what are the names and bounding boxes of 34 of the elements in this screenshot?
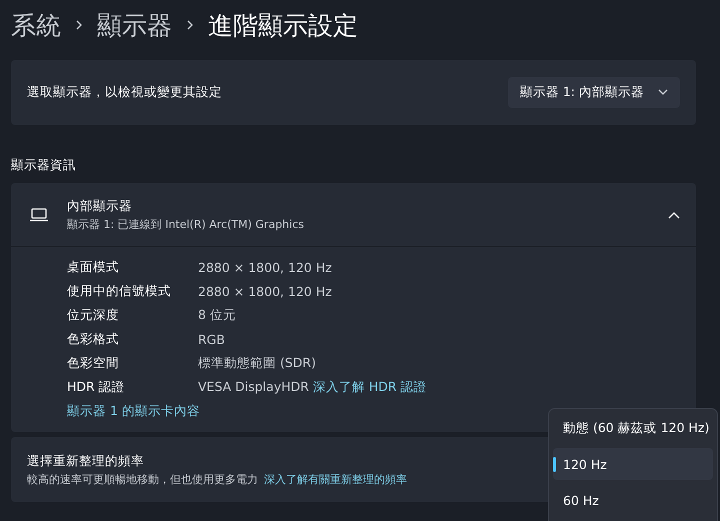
info-label: 使用中的信號模式 — [67, 282, 172, 300]
setting-label: 選擇重新整理的頻率 — [27, 452, 144, 470]
hdr-link[interactable]: 深入了解 HDR 認證 — [312, 378, 427, 396]
laptop-icon — [29, 208, 49, 222]
adapter-link[interactable]: 顯示器 1 的顯示卡內容 — [67, 402, 198, 420]
breadcrumb-link[interactable]: 顯示器 — [97, 8, 172, 42]
refresh-rate-link[interactable]: 深入了解有關重新整理的頻率 — [264, 472, 407, 486]
info-value: RGB — [198, 332, 225, 346]
display-name: 內部顯示器 — [67, 198, 132, 214]
menu-option[interactable]: 60 Hz — [553, 484, 713, 516]
display-subtitle: 顯示器 1: 已連線到 Intel(R) Arc(TM) Graphics — [67, 216, 304, 232]
info-label: HDR 認證 — [67, 378, 126, 396]
chevron-down-icon — [658, 89, 668, 96]
page-title: 進階顯示設定 — [208, 10, 358, 42]
info-label: 位元深度 — [67, 306, 120, 324]
setting-description: 較高的速率可更順暢地移動，但也使用更多電力 — [27, 472, 258, 486]
info-value: 8 位元 — [198, 306, 236, 324]
expander-header[interactable]: 內部顯示器 顯示器 1: 已連線到 Intel(R) Arc(TM) Graphics — [11, 183, 696, 246]
breadcrumb-link[interactable]: 系統 — [11, 8, 61, 42]
menu-option[interactable]: 120 Hz — [553, 448, 713, 480]
info-label: 色彩格式 — [67, 330, 120, 348]
info-label: 色彩空間 — [67, 354, 120, 372]
chevron-right-icon — [75, 20, 83, 30]
info-value: 2880 × 1800, 120 Hz — [198, 260, 332, 274]
info-value: 2880 × 1800, 120 Hz — [198, 284, 332, 298]
display-dropdown[interactable]: 顯示器 1: 內部顯示器 — [508, 77, 680, 108]
info-label: 桌面模式 — [67, 258, 120, 276]
chevron-right-icon — [186, 20, 194, 30]
info-value: VESA DisplayHDR — [198, 378, 309, 396]
section-title: 顯示器資訊 — [11, 157, 77, 174]
setting-label: 選取顯示器，以檢視或變更其設定 — [27, 84, 222, 101]
menu-option[interactable]: 動態 (60 赫茲或 120 Hz) — [553, 412, 713, 444]
info-value: 標準動態範圍 (SDR) — [198, 354, 316, 372]
chevron-up-icon[interactable] — [668, 210, 680, 218]
